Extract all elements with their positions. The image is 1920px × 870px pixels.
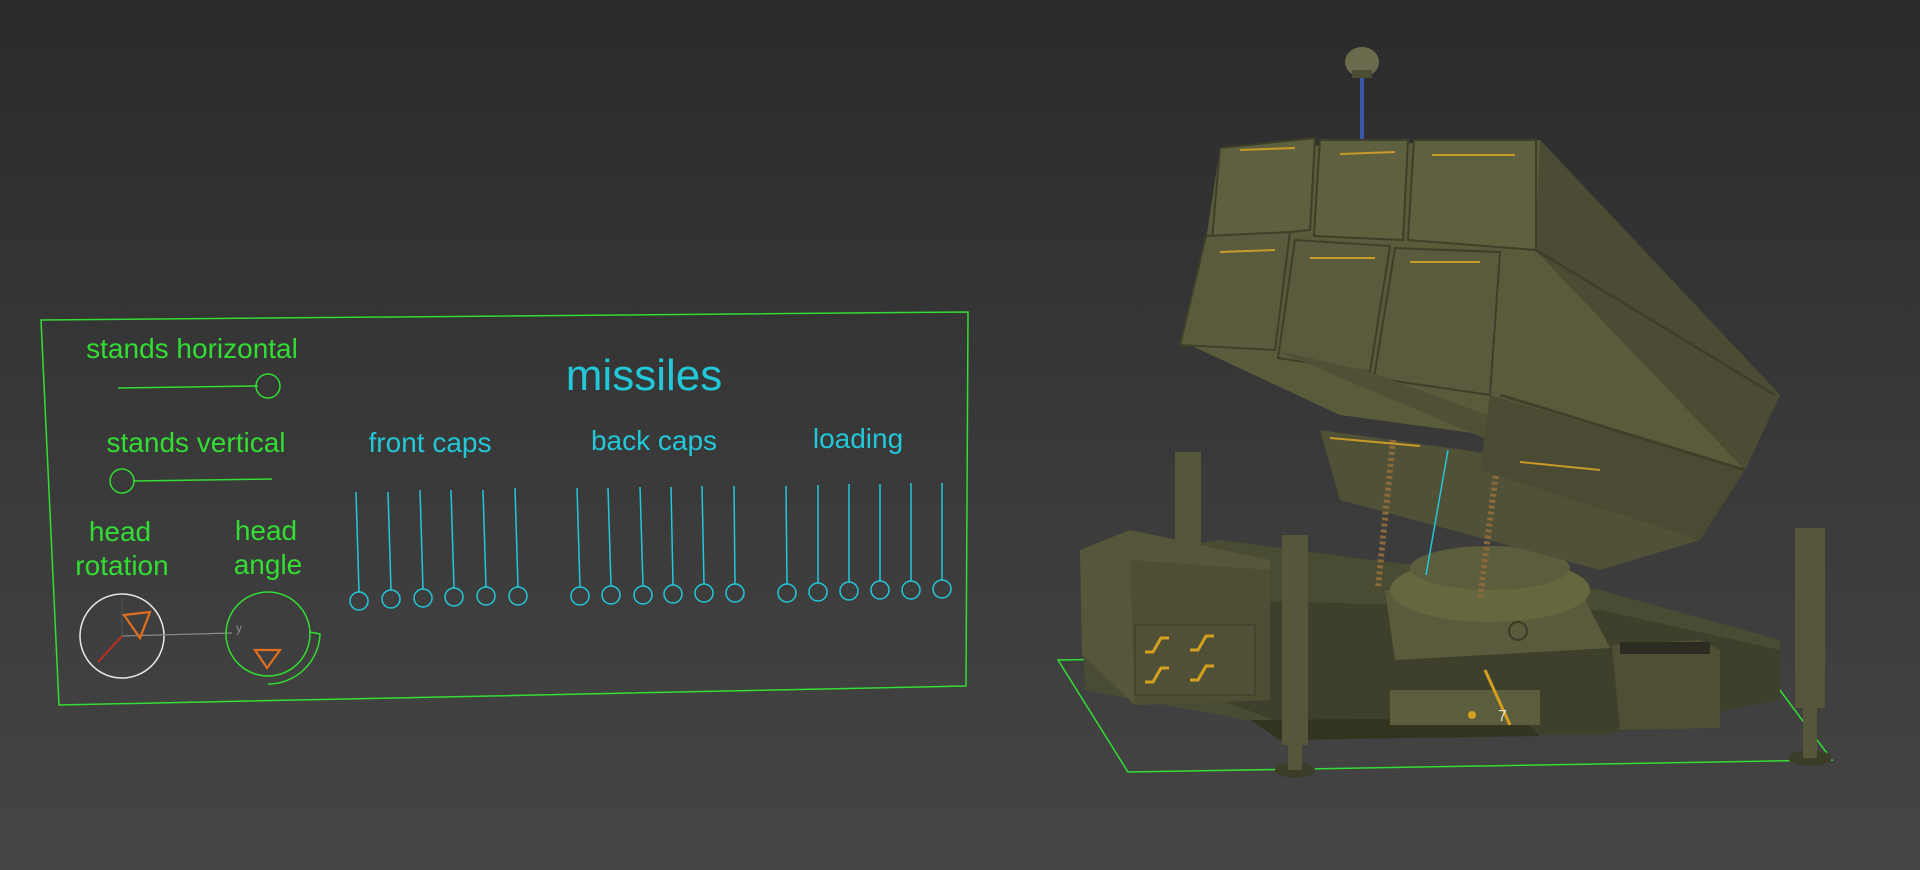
front-cap-slider-3[interactable] bbox=[413, 489, 433, 608]
stands-horizontal-label: stands horizontal bbox=[86, 333, 298, 364]
front-cap-slider-4[interactable] bbox=[444, 489, 464, 607]
stands-vertical-track bbox=[133, 478, 273, 482]
panel-border[interactable] bbox=[40, 311, 969, 706]
canister-bottom-3 bbox=[1372, 246, 1502, 397]
loading-slider-3[interactable] bbox=[839, 484, 859, 601]
loading-slider-4[interactable] bbox=[870, 484, 890, 600]
canister-top-2 bbox=[1312, 139, 1410, 242]
head-angle-control[interactable] bbox=[225, 591, 321, 685]
loading-slider-1[interactable] bbox=[777, 485, 797, 603]
back-cap-slider-6[interactable] bbox=[725, 485, 745, 603]
head-angle-pointer-icon[interactable] bbox=[252, 648, 283, 670]
canister-bottom-2 bbox=[1276, 238, 1392, 374]
3d-viewport[interactable]: stands horizontal stands vertical head r… bbox=[0, 0, 1920, 870]
missiles-title: missiles bbox=[566, 351, 722, 400]
gizmo-y-axis-label: y bbox=[236, 621, 242, 635]
number-plate bbox=[1390, 690, 1540, 725]
back-cap-slider-5[interactable] bbox=[694, 485, 714, 603]
back-caps-label: back caps bbox=[591, 425, 717, 456]
back-cap-slider-1[interactable] bbox=[570, 487, 590, 606]
rig-control-panel: stands horizontal stands vertical head r… bbox=[40, 311, 969, 706]
loading-sliders bbox=[777, 483, 952, 603]
back-cap-slider-4[interactable] bbox=[663, 486, 683, 604]
head-angle-label-2: angle bbox=[234, 549, 303, 580]
head-rotation-label: head bbox=[89, 516, 151, 547]
back-cap-slider-2[interactable] bbox=[601, 487, 621, 605]
loading-slider-6[interactable] bbox=[932, 483, 952, 599]
front-cap-slider-2[interactable] bbox=[381, 491, 401, 609]
stands-horizontal-track bbox=[117, 385, 259, 389]
head-angle-label: head bbox=[235, 515, 297, 546]
back-cap-slider-3[interactable] bbox=[633, 486, 653, 605]
front-caps-label: front caps bbox=[369, 427, 492, 458]
head-rotation-pointer-icon[interactable] bbox=[122, 610, 152, 641]
front-cap-slider-1[interactable] bbox=[349, 491, 369, 611]
loading-slider-5[interactable] bbox=[901, 483, 921, 600]
loading-label: loading bbox=[813, 423, 903, 454]
stands-vertical-slider-handle[interactable] bbox=[109, 468, 135, 494]
outrigger-left-rear bbox=[1175, 452, 1201, 544]
back-caps-sliders bbox=[570, 485, 745, 606]
loading-slider-2[interactable] bbox=[808, 485, 828, 602]
canister-top-3 bbox=[1406, 139, 1537, 252]
stands-vertical-label: stands vertical bbox=[107, 427, 286, 458]
head-rotation-label-2: rotation bbox=[75, 550, 168, 581]
canister-top-1 bbox=[1210, 136, 1317, 242]
vehicle-number: 7 bbox=[1498, 708, 1507, 725]
front-cap-slider-5[interactable] bbox=[476, 489, 496, 606]
head-rotation-control[interactable] bbox=[79, 593, 233, 679]
missile-launcher-model[interactable]: 7 bbox=[1056, 47, 1834, 778]
front-caps-sliders bbox=[349, 487, 528, 611]
outrigger-right-front bbox=[1788, 528, 1832, 766]
gizmo-x-axis-line bbox=[97, 635, 123, 663]
front-cap-slider-6[interactable] bbox=[508, 487, 528, 606]
stands-horizontal-slider-handle[interactable] bbox=[255, 373, 281, 399]
